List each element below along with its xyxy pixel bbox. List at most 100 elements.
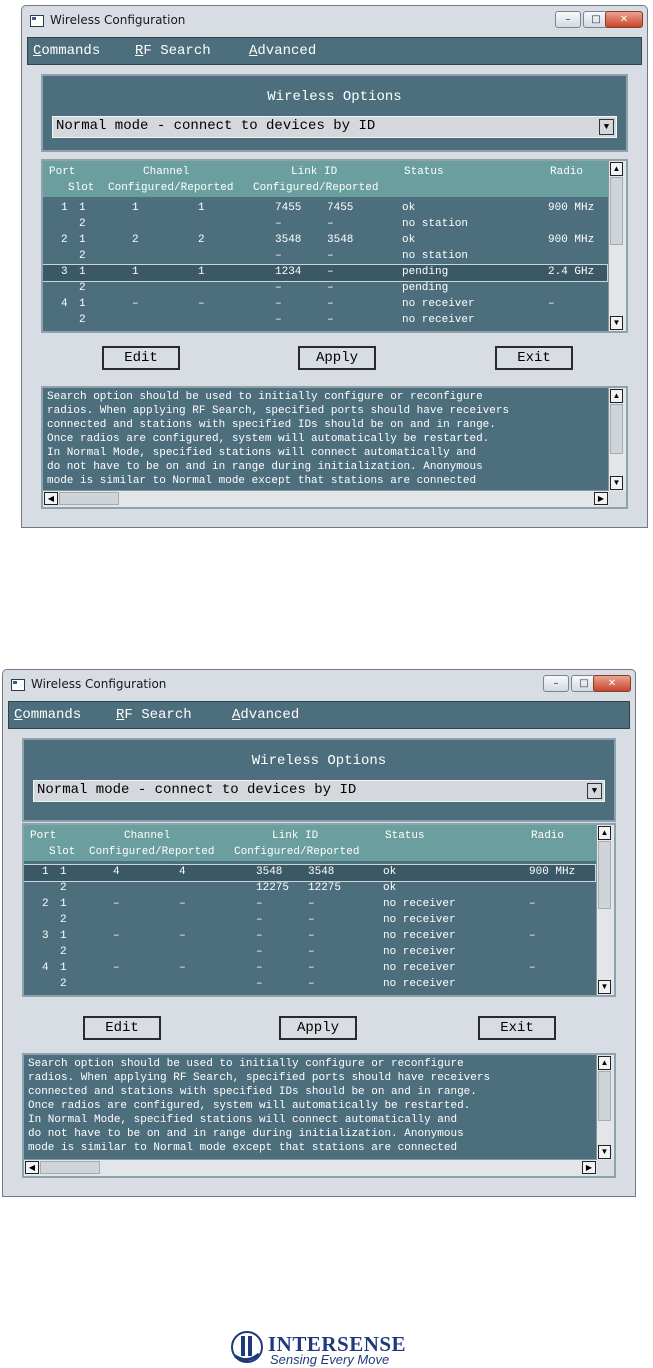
scroll-up-arrow-icon[interactable]: ▲ bbox=[598, 826, 611, 840]
help-text-box: Search option should be used to initiall… bbox=[41, 386, 628, 509]
table-row[interactable]: 2 – – no receiver bbox=[24, 977, 595, 993]
mode-dropdown[interactable]: Normal mode - connect to devices by ID ▼ bbox=[33, 780, 605, 802]
menu-commands[interactable]: Commands bbox=[33, 43, 100, 59]
table-row[interactable]: 2 – – pending bbox=[43, 281, 607, 297]
scroll-thumb[interactable] bbox=[598, 1071, 611, 1121]
wireless-options-title: Wireless Options bbox=[267, 89, 402, 105]
scroll-down-arrow-icon[interactable]: ▼ bbox=[598, 980, 611, 994]
scroll-right-arrow-icon[interactable]: ▶ bbox=[582, 1161, 596, 1174]
close-button[interactable]: ✕ bbox=[593, 675, 631, 692]
menu-rf-search[interactable]: RF Search bbox=[116, 707, 192, 723]
exit-button[interactable]: Exit bbox=[495, 346, 573, 370]
scroll-up-arrow-icon[interactable]: ▲ bbox=[610, 162, 623, 176]
cell-status: no receiver bbox=[383, 930, 456, 942]
cell-slot: 1 bbox=[60, 930, 67, 942]
cell-port: 3 bbox=[42, 930, 49, 942]
dropdown-arrow-icon[interactable]: ▼ bbox=[599, 119, 614, 135]
close-button[interactable]: ✕ bbox=[605, 11, 643, 28]
cell-status: pending bbox=[402, 282, 449, 294]
scroll-thumb[interactable] bbox=[598, 841, 611, 909]
cell-link-id-reported: – bbox=[327, 250, 334, 262]
scroll-down-arrow-icon[interactable]: ▼ bbox=[610, 316, 623, 330]
cell-slot: 1 bbox=[79, 202, 86, 214]
apply-button[interactable]: Apply bbox=[279, 1016, 357, 1040]
cell-radio: – bbox=[548, 298, 555, 310]
menu-advanced-label: dvanced bbox=[257, 43, 317, 59]
cell-link-id-reported: 3548 bbox=[327, 234, 354, 246]
mode-dropdown[interactable]: Normal mode - connect to devices by ID ▼ bbox=[52, 116, 617, 138]
cell-link-id-reported: – bbox=[308, 962, 315, 974]
table-row[interactable]: 3 1 1 1 1234– pending 2.4 GHz bbox=[43, 264, 608, 282]
scroll-thumb[interactable] bbox=[610, 177, 623, 245]
help-text-line: Once radios are configured, system will … bbox=[47, 433, 490, 445]
cell-channel-reported: – bbox=[179, 930, 186, 942]
minimize-button[interactable]: – bbox=[555, 11, 581, 28]
scroll-down-arrow-icon[interactable]: ▼ bbox=[610, 476, 623, 490]
table-row[interactable]: 2 – – no receiver bbox=[43, 313, 607, 329]
cell-slot: 2 bbox=[79, 250, 86, 262]
table-row[interactable]: 1 1 1 1 7455 7455 ok 900 MHz bbox=[43, 201, 607, 217]
table-row[interactable]: 4 1 – – – – no receiver – bbox=[43, 297, 607, 313]
table-row[interactable]: 2 1 2 2 3548 3548 ok 900 MHz bbox=[43, 233, 607, 249]
scroll-thumb[interactable] bbox=[610, 404, 623, 454]
help-text-line: radios. When applying RF Search, specifi… bbox=[47, 405, 510, 417]
header-channel-sub: Configured/Reported bbox=[108, 182, 234, 194]
scroll-up-arrow-icon[interactable]: ▲ bbox=[598, 1056, 611, 1070]
scroll-thumb[interactable] bbox=[40, 1161, 100, 1174]
help-text-line: radios. When applying RF Search, specifi… bbox=[28, 1072, 491, 1084]
cell-radio: 2.4 GHz bbox=[548, 266, 595, 278]
table-vertical-scrollbar[interactable]: ▲ ▼ bbox=[608, 161, 626, 331]
cell-status: no receiver bbox=[383, 898, 456, 910]
menu-rf-search[interactable]: RF Search bbox=[135, 43, 211, 59]
title-bar: Wireless Configuration – □ ✕ bbox=[22, 6, 647, 36]
cell-link-id-configured: – bbox=[256, 962, 263, 974]
help-vertical-scrollbar[interactable]: ▲ ▼ bbox=[596, 1055, 614, 1160]
cell-link-id-reported: – bbox=[327, 298, 334, 310]
cell-status: ok bbox=[383, 866, 397, 878]
menu-commands[interactable]: Commands bbox=[14, 707, 81, 723]
table-row[interactable]: 2 – – no receiver bbox=[24, 913, 595, 929]
table-row[interactable]: 3 1 – – – – no receiver – bbox=[24, 929, 595, 945]
scroll-left-arrow-icon[interactable]: ◀ bbox=[44, 492, 58, 505]
help-vertical-scrollbar[interactable]: ▲ ▼ bbox=[608, 388, 626, 491]
window-title: Wireless Configuration bbox=[31, 677, 167, 691]
cell-link-id-reported: – bbox=[308, 898, 315, 910]
cell-status: ok bbox=[402, 202, 416, 214]
scroll-thumb[interactable] bbox=[59, 492, 119, 505]
table-row[interactable]: 2 – – no receiver bbox=[24, 945, 595, 961]
help-horizontal-scrollbar[interactable]: ◀ ▶ bbox=[24, 1159, 597, 1176]
cell-link-id-reported: – bbox=[327, 282, 334, 294]
cell-channel-configured: – bbox=[113, 898, 120, 910]
cell-channel-configured: 4 bbox=[113, 866, 120, 878]
scroll-up-arrow-icon[interactable]: ▲ bbox=[610, 389, 623, 403]
cell-channel-reported: 4 bbox=[179, 866, 186, 878]
table-row[interactable]: 4 1 – – – – no receiver – bbox=[24, 961, 595, 977]
table-row[interactable]: 2 12275 12275 ok bbox=[24, 881, 595, 897]
table-row[interactable]: 1 1 4 4 3548 3548 ok 900 MHz bbox=[24, 864, 596, 882]
edit-button[interactable]: Edit bbox=[102, 346, 180, 370]
cell-radio: 900 MHz bbox=[548, 234, 595, 246]
exit-button[interactable]: Exit bbox=[478, 1016, 556, 1040]
cell-status: no receiver bbox=[383, 914, 456, 926]
menu-advanced[interactable]: Advanced bbox=[249, 43, 316, 59]
cell-link-id-configured: – bbox=[275, 250, 282, 262]
table-row[interactable]: 2 – – no station bbox=[43, 249, 607, 265]
scroll-down-arrow-icon[interactable]: ▼ bbox=[598, 1145, 611, 1159]
menu-advanced[interactable]: Advanced bbox=[232, 707, 299, 723]
help-horizontal-scrollbar[interactable]: ◀ ▶ bbox=[43, 490, 609, 507]
scroll-left-arrow-icon[interactable]: ◀ bbox=[25, 1161, 39, 1174]
apply-button[interactable]: Apply bbox=[298, 346, 376, 370]
minimize-button[interactable]: – bbox=[543, 675, 569, 692]
dropdown-arrow-icon[interactable]: ▼ bbox=[587, 783, 602, 799]
cell-channel-reported: 1 bbox=[198, 266, 205, 278]
table-vertical-scrollbar[interactable]: ▲ ▼ bbox=[596, 825, 614, 995]
table-row[interactable]: 2 – – no station bbox=[43, 217, 607, 233]
scroll-right-arrow-icon[interactable]: ▶ bbox=[594, 492, 608, 505]
cell-channel-configured: – bbox=[113, 930, 120, 942]
menu-rf-search-label: F Search bbox=[124, 707, 192, 723]
table-row[interactable]: 2 1 – – – – no receiver – bbox=[24, 897, 595, 913]
cell-slot: 2 bbox=[60, 882, 67, 894]
cell-status: no station bbox=[402, 218, 469, 230]
edit-button[interactable]: Edit bbox=[83, 1016, 161, 1040]
cell-status: no station bbox=[402, 250, 469, 262]
